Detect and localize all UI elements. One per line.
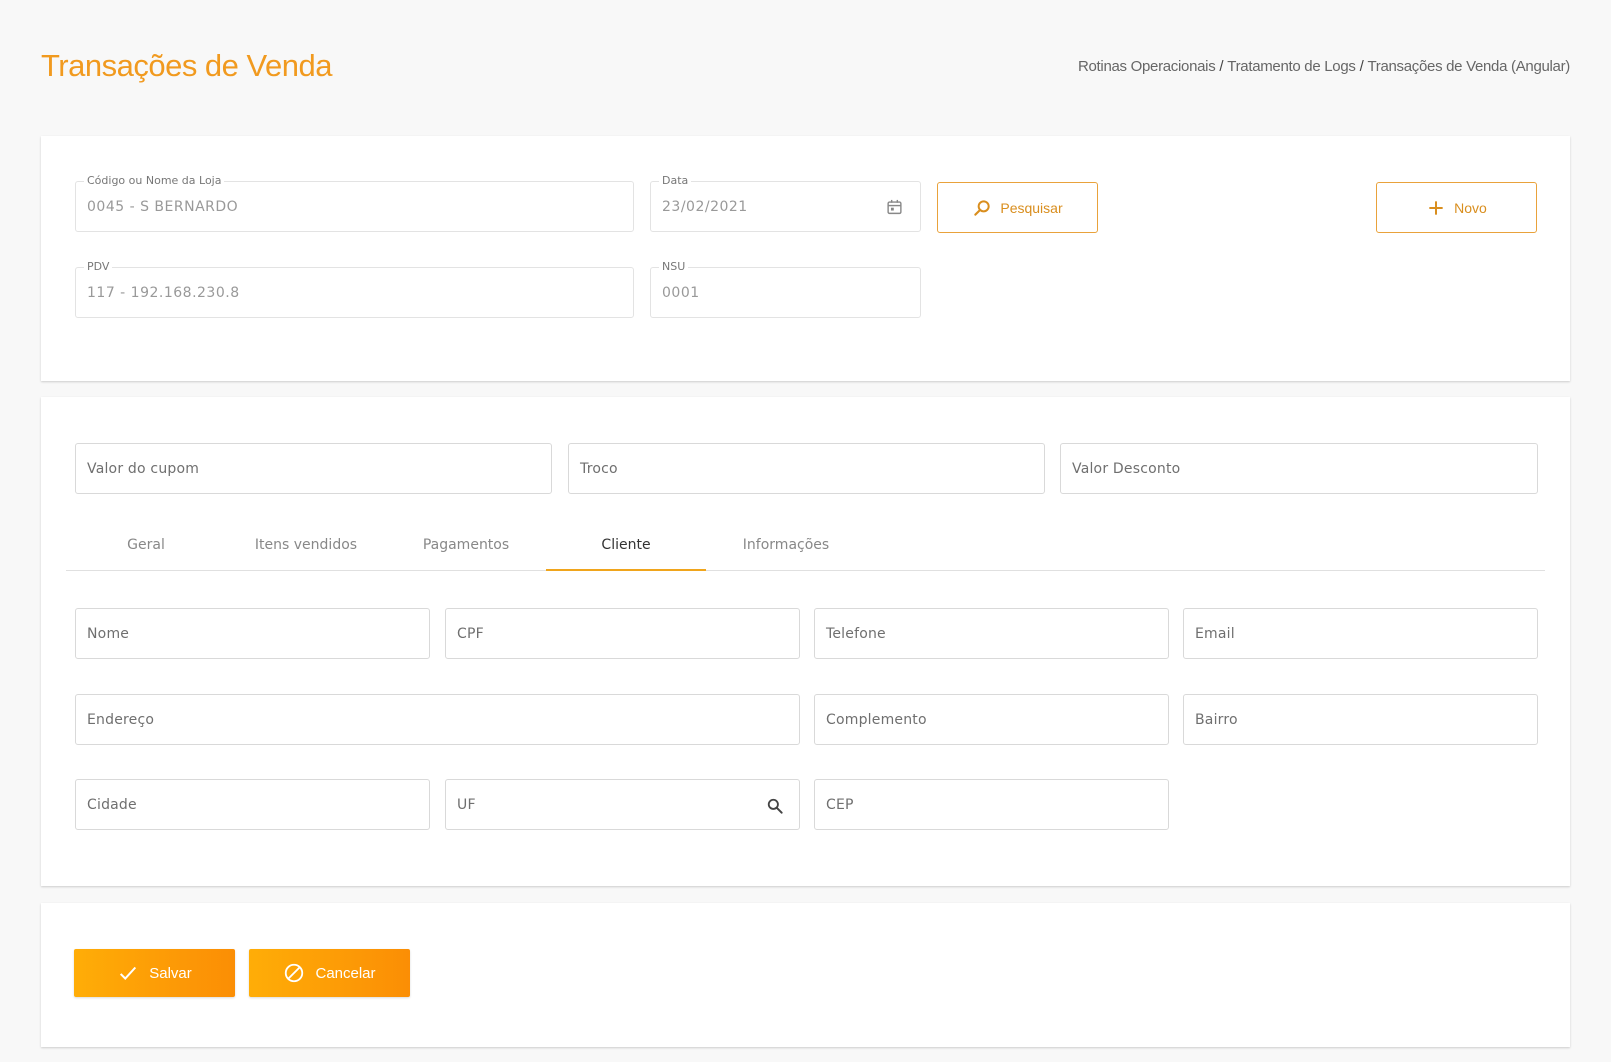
date-field-value: 23/02/2021 <box>662 199 748 215</box>
cancel-button-label: Cancelar <box>315 964 376 982</box>
tab-itens-vendidos[interactable]: Itens vendidos <box>226 530 386 571</box>
plus-icon <box>1429 200 1443 215</box>
pdv-field[interactable]: PDV 117 - 192.168.230.8 <box>75 260 634 318</box>
search-icon[interactable] <box>765 796 785 816</box>
breadcrumb: Rotinas Operacionais / Tratamento de Logs /… <box>1078 58 1570 75</box>
details-card: Valor do cupom Troco Valor Desconto Gera… <box>41 397 1570 886</box>
nsu-field[interactable]: NSU 0001 <box>650 260 921 318</box>
magnifier-icon <box>974 199 991 216</box>
filter-card: Código ou Nome da Loja 0045 - S BERNARDO… <box>41 136 1570 381</box>
tab-pagamentos[interactable]: Pagamentos <box>386 530 546 571</box>
phone-input[interactable]: Telefone <box>814 608 1169 659</box>
address-placeholder: Endereço <box>87 712 155 728</box>
email-input[interactable]: Email <box>1183 608 1538 659</box>
actions-card: Salvar Cancelar <box>41 903 1570 1047</box>
tab-bar: Geral Itens vendidos Pagamentos Cliente … <box>66 530 1545 571</box>
complement-placeholder: Complemento <box>826 712 927 728</box>
store-field[interactable]: Código ou Nome da Loja 0045 - S BERNARDO <box>75 174 634 232</box>
city-input[interactable]: Cidade <box>75 779 430 830</box>
new-button-label: Novo <box>1454 199 1487 216</box>
save-button[interactable]: Salvar <box>74 949 235 997</box>
name-placeholder: Nome <box>87 626 130 642</box>
cep-input[interactable]: CEP <box>814 779 1169 830</box>
breadcrumb-item-rotinas[interactable]: Rotinas Operacionais <box>1078 58 1216 75</box>
pdv-field-value: 117 - 192.168.230.8 <box>87 285 240 301</box>
block-icon <box>285 963 304 983</box>
search-button-label: Pesquisar <box>1000 199 1063 216</box>
tab-geral[interactable]: Geral <box>66 530 226 571</box>
cpf-input[interactable]: CPF <box>445 608 800 659</box>
change-placeholder: Troco <box>580 461 618 477</box>
discount-input[interactable]: Valor Desconto <box>1060 443 1538 494</box>
calendar-icon[interactable] <box>886 198 903 216</box>
nsu-field-label: NSU <box>659 260 689 273</box>
store-field-label: Código ou Nome da Loja <box>84 174 225 187</box>
cep-placeholder: CEP <box>826 797 854 813</box>
district-input[interactable]: Bairro <box>1183 694 1538 745</box>
new-button[interactable]: Novo <box>1376 182 1537 233</box>
nsu-field-value: 0001 <box>662 285 700 301</box>
search-button[interactable]: Pesquisar <box>937 182 1098 233</box>
city-placeholder: Cidade <box>87 797 137 813</box>
coupon-value-input[interactable]: Valor do cupom <box>75 443 552 494</box>
pdv-field-label: PDV <box>84 260 113 273</box>
breadcrumb-separator: / <box>1219 58 1224 75</box>
date-field-label: Data <box>659 174 692 187</box>
breadcrumb-item-logs[interactable]: Tratamento de Logs <box>1227 58 1356 75</box>
save-button-label: Salvar <box>149 964 192 982</box>
name-input[interactable]: Nome <box>75 608 430 659</box>
breadcrumb-separator: / <box>1359 58 1364 75</box>
cpf-placeholder: CPF <box>457 626 484 642</box>
coupon-value-placeholder: Valor do cupom <box>87 461 200 477</box>
store-field-value: 0045 - S BERNARDO <box>87 199 239 215</box>
address-input[interactable]: Endereço <box>75 694 800 745</box>
breadcrumb-item-current: Transações de Venda (Angular) <box>1367 58 1570 75</box>
cancel-button[interactable]: Cancelar <box>249 949 410 997</box>
email-placeholder: Email <box>1195 626 1235 642</box>
district-placeholder: Bairro <box>1195 712 1238 728</box>
change-input[interactable]: Troco <box>568 443 1045 494</box>
uf-placeholder: UF <box>457 797 476 813</box>
date-field[interactable]: Data 23/02/2021 <box>650 174 921 232</box>
check-icon <box>120 966 137 980</box>
tab-cliente[interactable]: Cliente <box>546 530 706 571</box>
complement-input[interactable]: Complemento <box>814 694 1169 745</box>
uf-input[interactable]: UF <box>445 779 800 830</box>
discount-placeholder: Valor Desconto <box>1072 461 1181 477</box>
phone-placeholder: Telefone <box>826 626 886 642</box>
tab-informacoes[interactable]: Informações <box>706 530 866 571</box>
page-title: Transações de Venda <box>41 48 332 83</box>
